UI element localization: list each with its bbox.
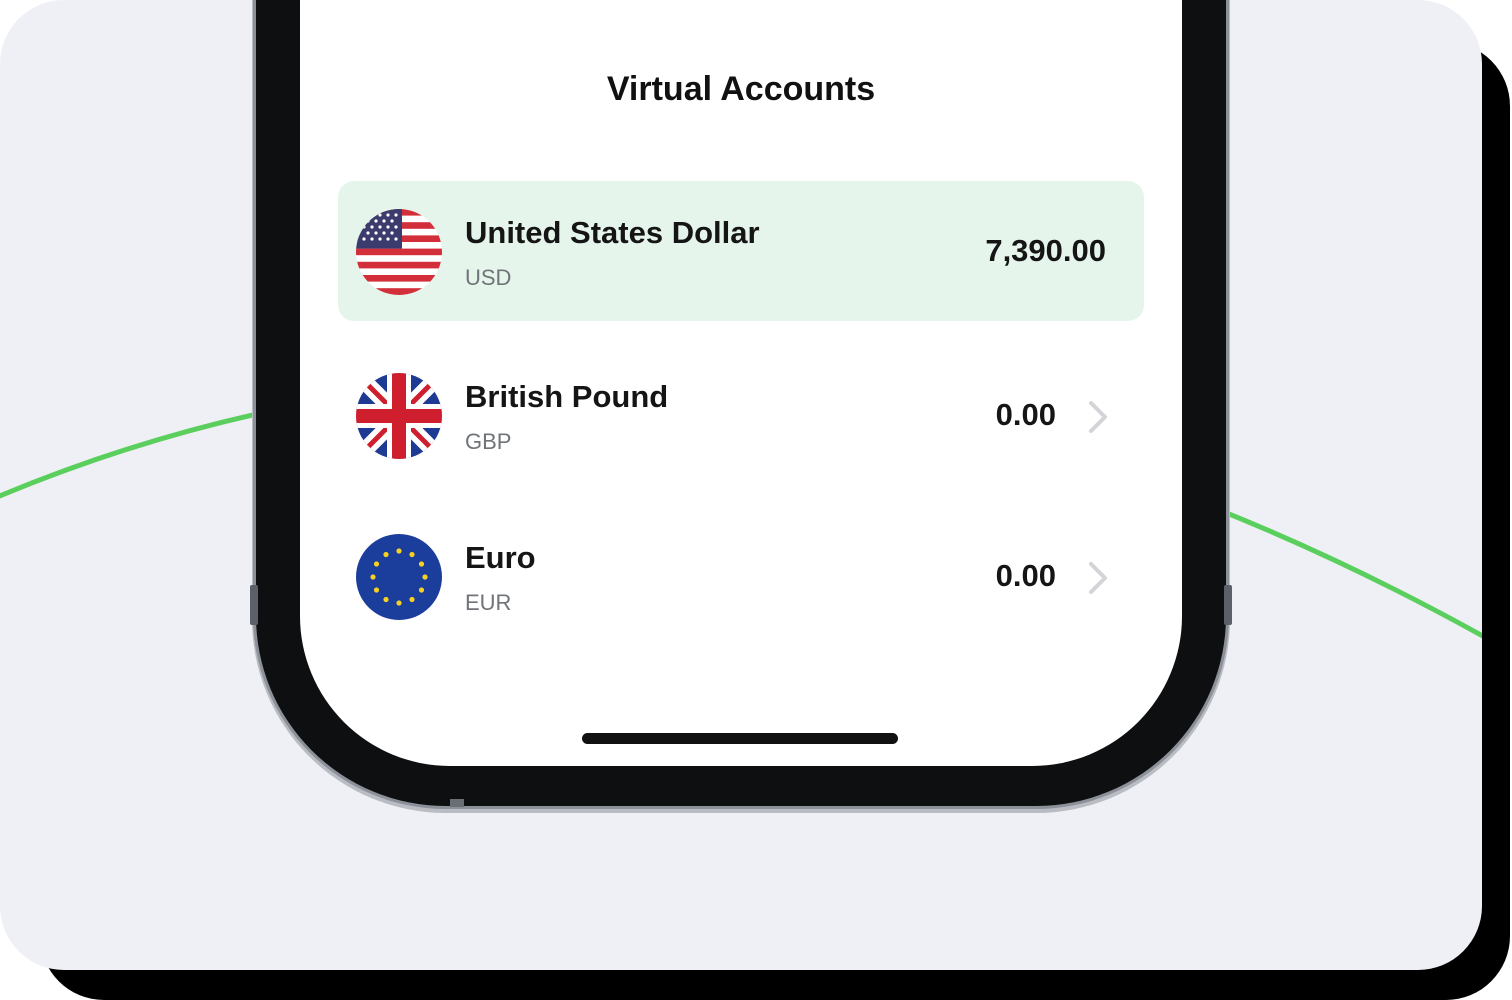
us-flag-icon xyxy=(356,209,442,295)
account-balance: 0.00 xyxy=(995,558,1056,593)
account-row-gbp[interactable]: British Pound GBP 0.00 xyxy=(338,345,1144,485)
phone-side-button xyxy=(250,585,258,625)
phone-screen: Virtual Accounts United States Dollar US… xyxy=(300,0,1182,766)
home-indicator[interactable] xyxy=(582,733,898,744)
page-title: Virtual Accounts xyxy=(606,70,876,108)
chevron-right-icon[interactable] xyxy=(1086,560,1110,596)
account-currency-code: GBP xyxy=(465,429,512,454)
account-row-usd[interactable]: United States Dollar USD 7,390.00 xyxy=(338,181,1144,321)
phone-frame-notch xyxy=(450,799,464,807)
background-card: Virtual Accounts United States Dollar US… xyxy=(0,0,1482,970)
account-row-eur[interactable]: Euro EUR 0.00 xyxy=(338,506,1144,646)
account-currency-code: USD xyxy=(465,265,512,290)
account-balance: 0.00 xyxy=(995,397,1056,432)
account-name: United States Dollar xyxy=(465,215,760,250)
phone-frame: Virtual Accounts United States Dollar US… xyxy=(250,0,1232,807)
account-balance: 7,390.00 xyxy=(985,233,1106,268)
uk-flag-icon xyxy=(356,373,442,459)
phone-side-button xyxy=(1224,585,1232,625)
eu-flag-icon xyxy=(356,534,442,620)
chevron-right-icon[interactable] xyxy=(1086,399,1110,435)
account-name: Euro xyxy=(465,540,536,575)
account-currency-code: EUR xyxy=(465,590,512,615)
account-name: British Pound xyxy=(465,379,669,414)
